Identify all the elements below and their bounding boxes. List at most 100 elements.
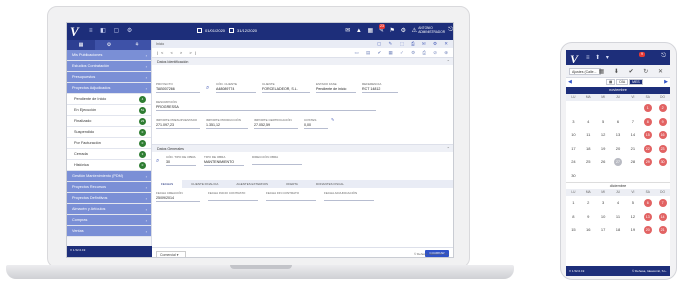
date-from-field[interactable]: 01/01/2020 [197,28,225,33]
sidebar-item[interactable]: Por Facturación 0 [67,138,151,149]
calendar-day[interactable]: 30 [566,169,581,183]
calendar-day[interactable]: 12 [625,210,640,224]
field-production-amount[interactable]: IMPORTE PRODUCCIÓN 1.351,12 [206,118,248,129]
field-costs[interactable]: COSTES 0,00 [304,118,328,129]
calendar-day[interactable]: 3 [566,115,581,129]
section-general-header[interactable]: Datos Generales ⌃ [152,144,453,153]
sidebar-item[interactable]: Estudios Contratación › [67,61,151,72]
sidebar-tab-settings[interactable]: ⚙ [95,40,123,50]
field-work-address[interactable]: DIRECCIÓN OBRA [252,155,302,165]
calendar-day[interactable]: 8 [566,210,581,224]
sidebar-item[interactable]: Suspendido 0 [67,127,151,138]
date-to-field[interactable]: 31/12/2020 [229,28,257,33]
calendar-day[interactable]: 5 [625,196,640,210]
calendar-day[interactable]: 14 [655,210,670,224]
calendar-day[interactable]: 7 [655,196,670,210]
sidebar-item[interactable]: Histórica 0 [67,160,151,171]
calendar-day[interactable]: 13 [640,210,655,224]
calendar-day[interactable]: 16 [655,128,670,142]
calendar-day[interactable]: 3 [596,196,611,210]
calendar-day[interactable]: 6 [611,115,626,129]
calendar-day[interactable]: 7 [625,115,640,129]
field-work-type[interactable]: TIPO DE OBRA MANTENIMIENTO [204,155,244,166]
sidebar-item[interactable]: Proyectos Definitivos › [67,193,151,204]
tab-final-client[interactable]: CLIENTE FINAL/OA [182,180,227,188]
tab-external-agents[interactable]: AGENTES EXTERNOS [227,180,277,188]
calendar-day[interactable]: 13 [611,128,626,142]
calendar-day[interactable]: 2 [581,196,596,210]
calendar-icon[interactable]: ▦ [606,79,616,85]
calendar-day[interactable]: 18 [611,223,626,237]
calendar-day[interactable]: 26 [596,155,611,169]
calendar-day[interactable]: 25 [581,155,596,169]
pager-controls[interactable]: |< < > >| [157,50,199,55]
collapse-icon[interactable]: ⌃ [447,58,450,66]
field-certification-amount[interactable]: IMPORTE CERTIFICACIÓN 27.052,59 [254,118,298,129]
field-reference[interactable]: REFERENCIA RCT 14812 [362,82,398,93]
field-contract-start[interactable]: FECHA INICIO CONTRATO [208,191,258,201]
field-contract-end[interactable]: FECHA FIN CONTRATO [266,191,316,201]
logout-icon[interactable]: ⎋ [661,53,666,60]
field-creation-date[interactable]: FECHA CREACIÓN 25/09/2014 [156,191,200,202]
tab-offer[interactable]: OFERTA [277,180,307,188]
calendar-day[interactable]: 21 [655,223,670,237]
sidebar-item[interactable]: Cerrada 3 [67,149,151,160]
calendar-day[interactable]: 18 [581,142,596,156]
calendar-day[interactable]: 15 [640,128,655,142]
tab-fiscal[interactable]: DONANTES FISCAL [307,180,353,188]
sidebar-item[interactable]: Presupuestos › [67,72,151,83]
calendar-day[interactable]: 8 [640,115,655,129]
field-client-code[interactable]: CÓD. CLIENTE A48089774 [216,82,256,93]
calendar-day[interactable]: 27 [611,155,626,169]
field-award-date[interactable]: FECHA ADJUDICACIÓN [324,191,374,201]
calendar-day[interactable]: 29 [640,155,655,169]
calendar-day[interactable]: 10 [596,210,611,224]
calendar-day[interactable]: 1 [566,196,581,210]
field-work-type-code[interactable]: CÓD. TIPO DE OBRA 30 [166,155,196,166]
calendar-day[interactable]: 14 [625,128,640,142]
phone-action-icons[interactable]: ▦ ⬇ ✔ ↻ ✕ [599,68,667,75]
sidebar-tab-menu[interactable]: ▦ [67,40,95,50]
next-icon[interactable]: ▶ [664,79,668,85]
sidebar-item[interactable]: Ventas › [67,226,151,237]
sidebar-item[interactable]: Pendiente de Inicio 4 [67,94,151,105]
sidebar-item[interactable]: Proyectos Adjudicados › [67,83,151,94]
calendar-day[interactable]: 11 [611,210,626,224]
calendar-day[interactable]: 22 [640,142,655,156]
tab-dates[interactable]: FECHAS [152,180,183,188]
calendar-day[interactable]: 28 [625,155,640,169]
view-select[interactable]: Comercial ▾ [156,251,186,257]
calendar-day[interactable]: 10 [566,128,581,142]
section-identification-header[interactable]: Datos Identificación ⌃ [152,57,453,66]
field-phase-status[interactable]: ESTADO FASE Pendiente de inicio [316,82,356,93]
user-info[interactable]: ANTONIO ADMINISTRADOR [418,26,445,34]
field-project[interactable]: PROYECTO TAB007266 [156,82,200,93]
calendar-day[interactable]: 20 [640,223,655,237]
calendar-day[interactable]: 9 [581,210,596,224]
sidebar-item[interactable]: En Ejecución 51 [67,105,151,116]
sidebar-item[interactable]: Almacén y Artículos › [67,204,151,215]
calendar-day[interactable]: 4 [611,196,626,210]
collapse-icon[interactable]: ⌃ [447,145,450,153]
phone-toolbar-icons[interactable]: ≡ ⬆ ▾ [586,54,611,61]
sidebar-item[interactable]: Gestión Mantenimiento (PDM) › [67,171,151,182]
mode-day[interactable]: DÍA [616,79,629,85]
search-icon[interactable]: ⌕ [206,85,209,92]
mode-month[interactable]: MES [629,79,643,85]
calendar-day[interactable]: 1 [640,101,655,115]
calendar-day[interactable]: 5 [596,115,611,129]
search-icon[interactable]: ⌕ [156,158,159,165]
toolbar-icons[interactable]: ≡ ◧ ▢ ⚙ [89,27,135,34]
app-logo[interactable]: V [70,24,79,40]
calendar-day[interactable]: 23 [655,142,670,156]
prev-icon[interactable]: ◀ [568,79,572,85]
sidebar-item[interactable]: Finalizado 23 [67,116,151,127]
edit-icon[interactable]: ✎ [331,117,334,122]
calendar-day[interactable]: 24 [566,155,581,169]
calendar-day[interactable]: 17 [566,142,581,156]
form-action-icons[interactable]: ▢ ✎ ⬚ ⎙ ✉ ⚙ ✕ [377,40,451,48]
sidebar-item[interactable]: Proyectos Recursos › [67,182,151,193]
calendar-day[interactable]: 30 [655,155,670,169]
calendar-day[interactable]: 17 [596,223,611,237]
calendar-day[interactable]: 16 [581,223,596,237]
